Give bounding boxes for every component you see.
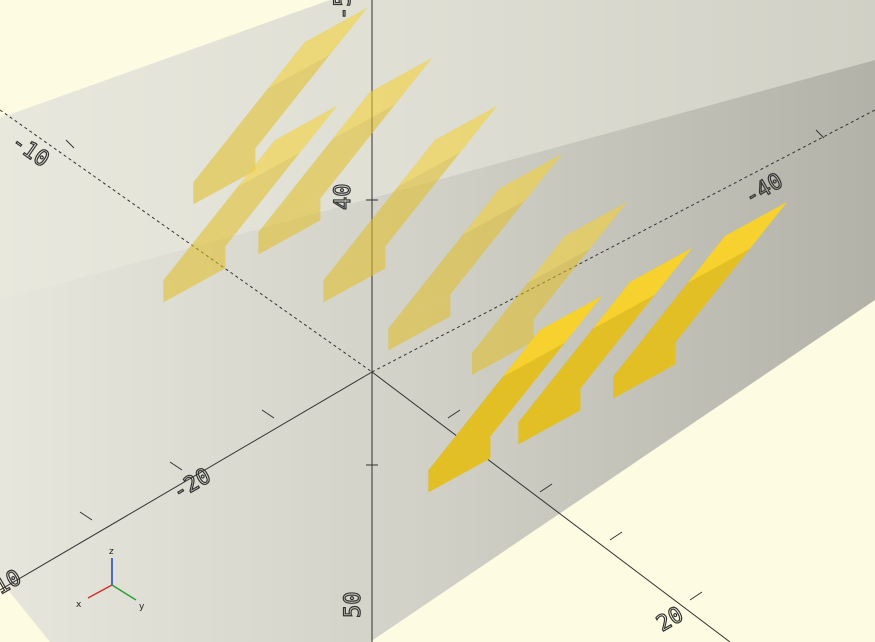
tick-label-40: 40: [331, 184, 356, 211]
tick-label-50: 50: [341, 592, 366, 619]
gizmo-z-label: z: [109, 547, 114, 557]
gizmo-y-label: y: [139, 602, 145, 612]
scene-canvas[interactable]: -10 -20 -40 -50 10 20 40 50 z x y: [0, 0, 875, 642]
3d-viewport[interactable]: -10 -20 -40 -50 10 20 40 50 z x y: [0, 0, 875, 642]
gizmo-x-label: x: [76, 600, 82, 610]
